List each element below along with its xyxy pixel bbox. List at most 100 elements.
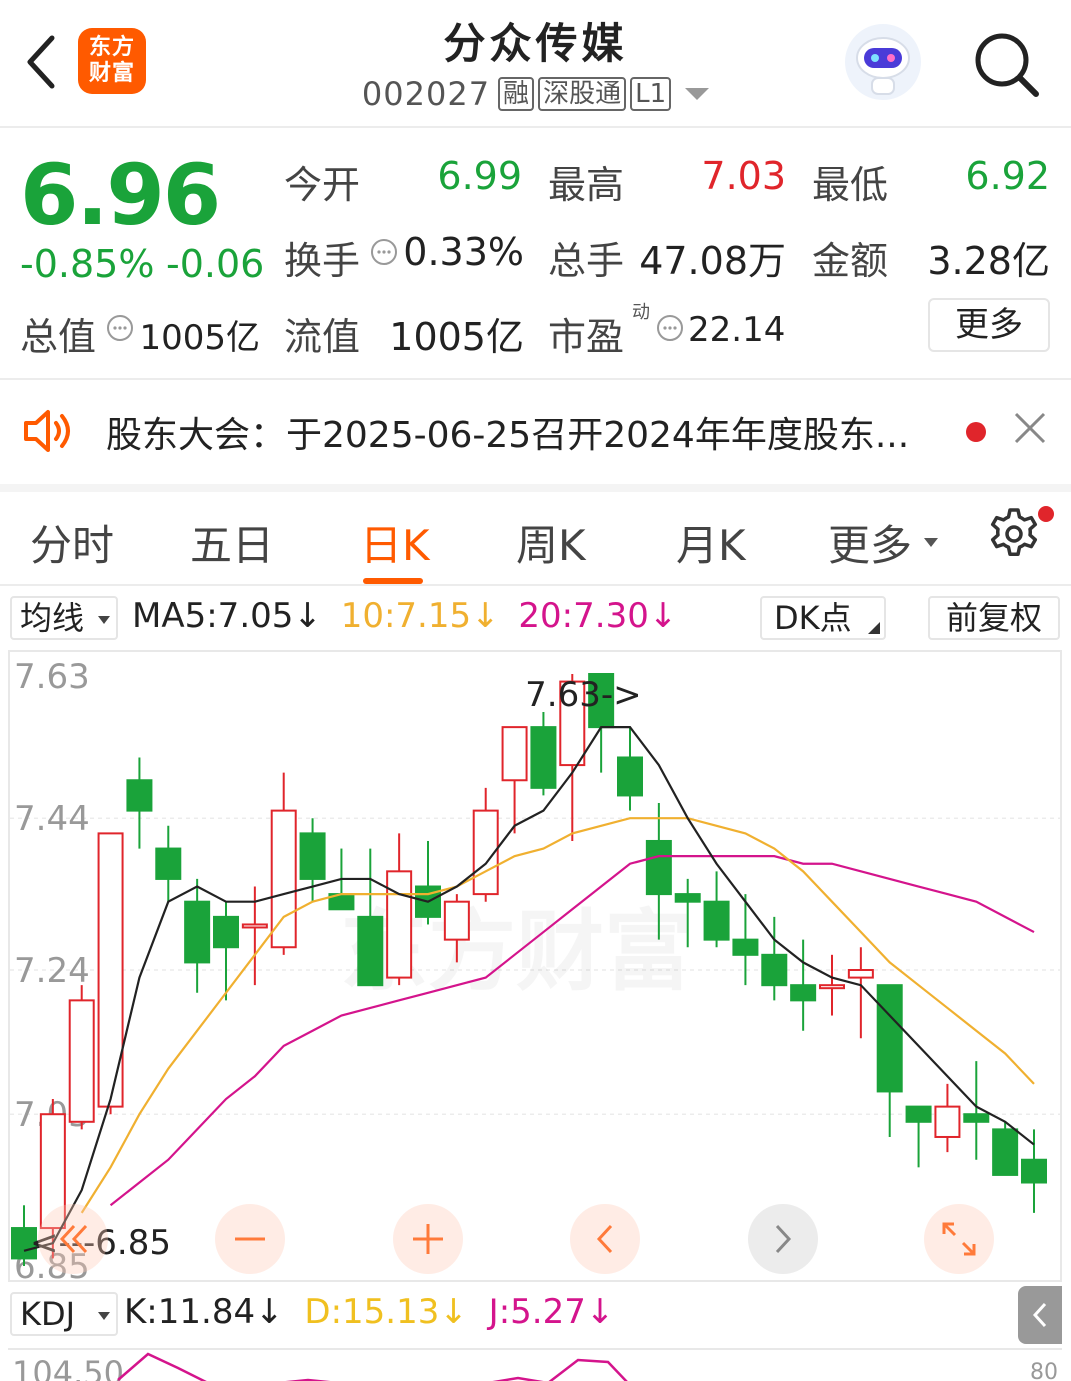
settings-badge-dot xyxy=(1038,506,1054,522)
minus-icon xyxy=(235,1237,265,1241)
robot-assistant-icon[interactable] xyxy=(842,22,924,102)
y-tick-label: 7.44 xyxy=(14,799,90,839)
y-tick-label: 7.24 xyxy=(14,951,90,991)
app-logo[interactable]: 东方 财富 xyxy=(78,28,146,94)
chevron-down-icon xyxy=(98,1312,110,1320)
ma20-value: 20:7.30↓ xyxy=(518,596,678,636)
change-percent: -0.85% xyxy=(20,242,155,286)
turnover-value: 0.33% xyxy=(403,230,524,274)
candle-body xyxy=(299,832,326,880)
low-label: 最低 xyxy=(812,163,889,207)
amount-value: 3.28亿 xyxy=(927,239,1050,283)
candle-body xyxy=(1021,1158,1047,1184)
candle-body xyxy=(68,999,95,1123)
chevron-down-icon[interactable] xyxy=(685,88,710,100)
zoom-out-button[interactable] xyxy=(215,1204,285,1274)
zoom-in-button[interactable] xyxy=(393,1204,463,1274)
kline-chart[interactable]: 7.637.447.247.056.85东方财富7.63-><---6.85 xyxy=(8,650,1062,1282)
logo-text-line2: 财富 xyxy=(88,61,135,86)
gear-icon[interactable] xyxy=(986,506,1042,562)
tab-weekly-k[interactable]: 周K xyxy=(516,512,586,573)
candle-body xyxy=(357,915,384,987)
info-icon[interactable] xyxy=(370,238,398,266)
pe-label: 市盈 xyxy=(548,315,625,359)
info-icon[interactable] xyxy=(106,314,134,342)
tab-intraday[interactable]: 分时 xyxy=(30,512,114,573)
quote-panel: 6.96 -0.85% -0.06 今开 6.99 最高 7.03 最低 6.9… xyxy=(0,130,1071,378)
corner-triangle-icon xyxy=(868,622,880,634)
market-cap-label: 总值 xyxy=(20,315,97,359)
info-icon[interactable] xyxy=(656,314,684,342)
tab-five-day[interactable]: 五日 xyxy=(190,512,274,573)
tag-connect: 深股通 xyxy=(538,77,627,111)
period-tabs: 分时 五日 日K 周K 月K 更多 xyxy=(0,484,1071,586)
candle-body xyxy=(790,984,817,1002)
scroll-left-button[interactable] xyxy=(570,1204,640,1274)
notice-bar[interactable]: 股东大会：于2025-06-25召开2024年年度股东... xyxy=(0,380,1071,480)
change-amount: -0.06 xyxy=(166,242,265,286)
scroll-far-left-button[interactable] xyxy=(38,1204,108,1274)
pe-value: 22.14 xyxy=(688,310,786,350)
header: 东方 财富 分众传媒 002027 融 深股通 L1 xyxy=(0,0,1071,128)
candle-body xyxy=(386,870,413,979)
open-value: 6.99 xyxy=(437,154,522,198)
candle-body xyxy=(876,984,903,1093)
chevron-left-icon xyxy=(1032,1302,1047,1328)
candle-body xyxy=(847,969,874,979)
search-icon[interactable] xyxy=(970,28,1042,100)
fullscreen-button[interactable] xyxy=(924,1204,994,1274)
unread-dot xyxy=(966,422,986,442)
market-cap-value: 1005亿 xyxy=(139,318,260,358)
tab-daily-k[interactable]: 日K xyxy=(360,512,430,573)
candle-body xyxy=(184,900,211,964)
high-value: 7.03 xyxy=(701,154,786,198)
tab-more[interactable]: 更多 xyxy=(828,512,912,573)
high-label: 最高 xyxy=(548,163,625,207)
candle-body xyxy=(963,1113,990,1123)
kdj-j-value: J:5.27↓ xyxy=(488,1292,615,1332)
kline-svg: 7.637.447.247.056.85东方财富7.63-><---6.85 xyxy=(10,657,1060,1280)
kdj-select-label: KDJ xyxy=(20,1295,76,1333)
chevron-left-icon xyxy=(596,1224,613,1254)
candle-body xyxy=(905,1105,932,1123)
low-value: 6.92 xyxy=(965,154,1050,198)
candle-body xyxy=(213,915,239,949)
kdj-lines xyxy=(117,1352,628,1381)
scroll-right-button[interactable] xyxy=(748,1204,818,1274)
close-icon[interactable] xyxy=(1012,410,1048,446)
tag-level: L1 xyxy=(630,77,672,111)
stock-code: 002027 xyxy=(361,75,491,113)
logo-text-line1: 东方 xyxy=(88,35,135,60)
ma10-value: 10:7.15↓ xyxy=(340,596,500,636)
current-price: 6.96 xyxy=(20,146,221,244)
candle-body xyxy=(761,953,788,987)
tab-monthly-k[interactable]: 月K xyxy=(676,512,746,573)
chevron-right-icon xyxy=(775,1224,792,1254)
volume-label: 总手 xyxy=(548,239,625,283)
candle-body xyxy=(241,923,268,929)
kdj-legend: K:11.84↓ D:15.13↓ J:5.27↓ xyxy=(124,1292,624,1332)
more-info-button[interactable]: 更多 xyxy=(928,298,1050,352)
kdj-k-value: K:11.84↓ xyxy=(124,1292,284,1332)
ma-legend: MA5:7.05↓ 10:7.15↓ 20:7.30↓ xyxy=(132,596,685,636)
volume-value: 47.08万 xyxy=(639,239,786,283)
kdj-d-value: D:15.13↓ xyxy=(304,1292,468,1332)
candle-body xyxy=(934,1105,961,1138)
candle-body xyxy=(819,984,845,990)
collapse-panel-button[interactable] xyxy=(1018,1286,1062,1344)
stock-subline[interactable]: 002027 融 深股通 L1 xyxy=(300,74,771,114)
candle-body xyxy=(155,847,182,880)
candle-body xyxy=(732,938,759,956)
y-tick-label: 7.63 xyxy=(14,657,90,697)
notice-text: 股东大会：于2025-06-25召开2024年年度股东... xyxy=(106,415,910,456)
candle-body xyxy=(501,726,528,782)
candle-body xyxy=(530,726,557,789)
open-label: 今开 xyxy=(284,163,361,207)
back-arrow-icon[interactable] xyxy=(22,32,62,92)
stock-title: 分众传媒 xyxy=(443,19,628,68)
float-cap-label: 流值 xyxy=(284,315,361,359)
dk-point-label: DK点 xyxy=(774,599,852,637)
adjust-button[interactable]: 前复权 xyxy=(928,596,1060,640)
double-chevron-left-icon xyxy=(59,1224,88,1254)
indicator-select-label: 均线 xyxy=(20,599,85,637)
